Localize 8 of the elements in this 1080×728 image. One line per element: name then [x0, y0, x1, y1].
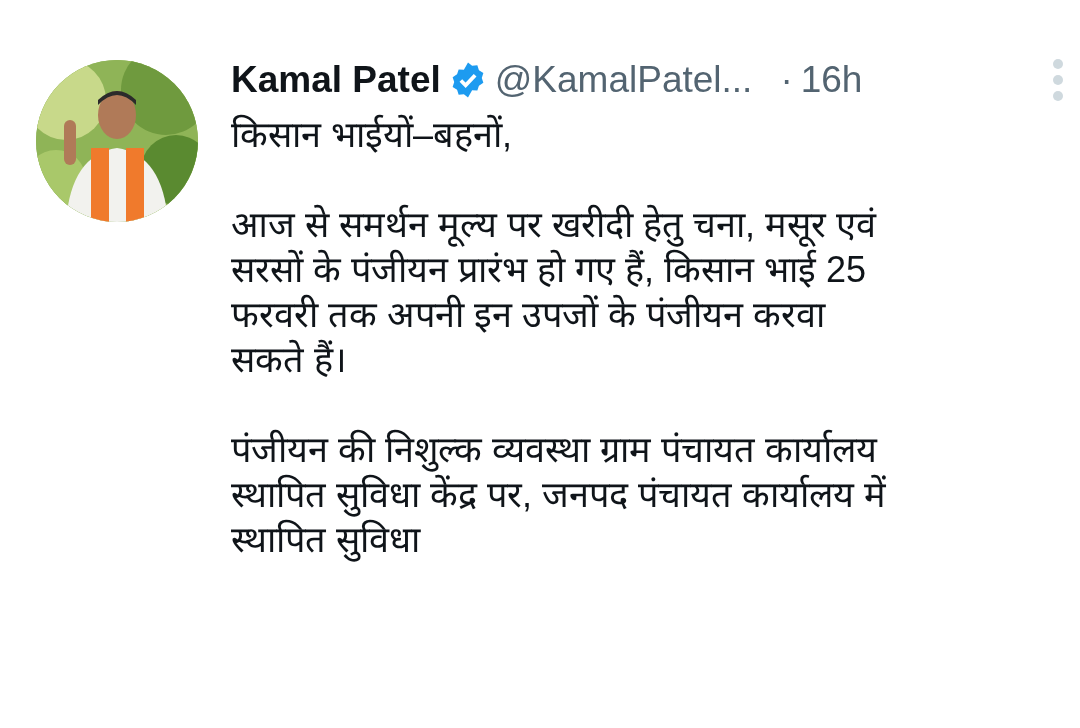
post-time[interactable]: 16h: [800, 59, 863, 101]
separator-dot: ·: [780, 59, 793, 101]
tweet-text: आज से समर्थन मूल्य पर खरीदी हेतु चना, मसूर एवं सरसों के पंजीयन प्रारंभ हो गए हैं, किसान भाई 25 फरवरी तक अपनी इन उपजों के पंजीयन करवा सकते हैं।: [231, 203, 878, 382]
tweet-text: पंजीयन की निशुल्क व्यवस्था ग्राम पंचायत कार्यालय स्थापित सुविधा केंद्र पर, जनपद पंचायत कार्यालय में स्थापित सुविधा: [231, 428, 887, 562]
author-name[interactable]: Kamal Patel: [231, 59, 441, 101]
more-options-icon[interactable]: [1051, 58, 1065, 102]
author-handle[interactable]: @KamalPatel...: [494, 59, 753, 101]
tweet-text: किसान भाईयों–बहनों,: [231, 113, 514, 157]
